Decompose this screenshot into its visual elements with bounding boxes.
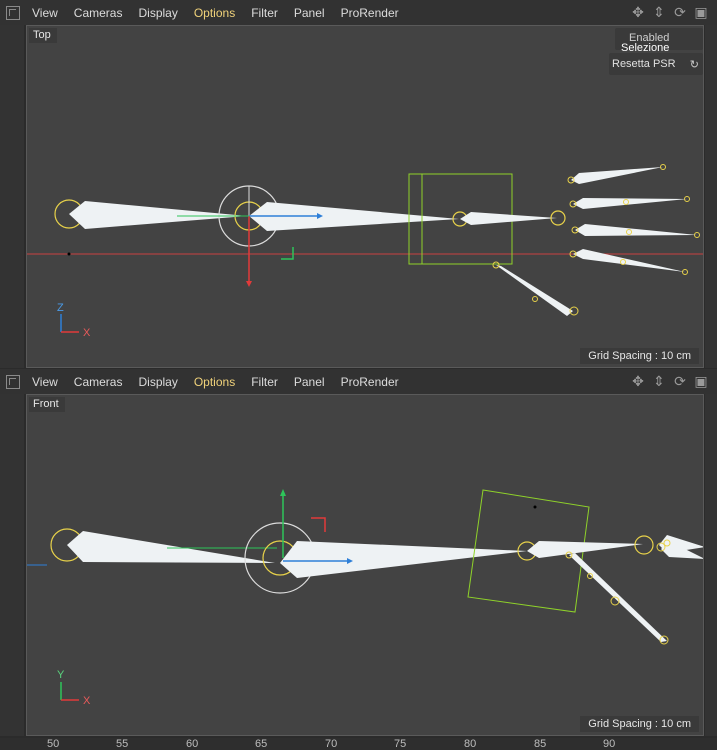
timeline-ruler[interactable]: 50 55 60 65 70 75 80 85 90 bbox=[0, 738, 717, 750]
menu-panel[interactable]: Panel bbox=[294, 6, 325, 20]
ruler-tick-label: 90 bbox=[603, 738, 616, 750]
axis-label-x: X bbox=[83, 695, 91, 707]
ruler-tick-label: 65 bbox=[255, 738, 268, 750]
ruler-tick-label: 50 bbox=[47, 738, 60, 750]
ruler-tick-label: 85 bbox=[534, 738, 547, 750]
menu-cameras[interactable]: Cameras bbox=[74, 6, 123, 20]
axis-label-y: Y bbox=[57, 669, 65, 681]
bone-hand[interactable] bbox=[460, 212, 557, 225]
ruler-tick-label: 70 bbox=[325, 738, 338, 750]
reset-psr-button[interactable]: Resetta PSR ↻ bbox=[609, 53, 703, 75]
axis-label-x: X bbox=[83, 327, 91, 339]
menu-options[interactable]: Options bbox=[194, 6, 235, 20]
viewport-nav-controls: ✥ ⇕ ⟳ ▣ bbox=[630, 373, 709, 389]
bone-1[interactable] bbox=[67, 531, 275, 563]
menu-display[interactable]: Display bbox=[138, 375, 177, 389]
dolly-view-icon[interactable]: ⇕ bbox=[651, 4, 667, 20]
front-view-menubar: View Cameras Display Options Filter Pane… bbox=[0, 369, 717, 394]
move-view-icon[interactable]: ✥ bbox=[630, 373, 646, 389]
bone-2[interactable] bbox=[280, 541, 527, 578]
fingers[interactable] bbox=[492, 164, 700, 317]
menu-view[interactable]: View bbox=[32, 375, 58, 389]
enabled-overlay[interactable]: Enabled Selezione bbox=[615, 28, 703, 54]
top-viewport-canvas[interactable] bbox=[27, 26, 704, 368]
viewport-layout-icon[interactable] bbox=[6, 5, 20, 20]
front-viewport[interactable]: Front Y X Grid Spacing : 10 cm bbox=[26, 394, 704, 736]
viewport-label-front[interactable]: Front bbox=[29, 397, 65, 412]
menu-view[interactable]: View bbox=[32, 6, 58, 20]
viewport-label-top[interactable]: Top bbox=[29, 28, 57, 43]
left-tool-strip bbox=[0, 394, 24, 736]
gizmo-x-arrowhead bbox=[246, 281, 252, 287]
grid-spacing-front: Grid Spacing : 10 cm bbox=[580, 716, 699, 732]
reset-psr-label: Resetta PSR bbox=[612, 58, 676, 70]
rotate-view-icon[interactable]: ⟳ bbox=[672, 373, 688, 389]
viewport-layout-icon[interactable] bbox=[6, 374, 20, 389]
move-view-icon[interactable]: ✥ bbox=[630, 4, 646, 20]
right-tool-strip bbox=[705, 394, 717, 736]
reset-icon: ↻ bbox=[689, 59, 699, 71]
null-marker bbox=[533, 505, 537, 509]
menu-cameras[interactable]: Cameras bbox=[74, 375, 123, 389]
right-tool-strip bbox=[705, 25, 717, 368]
null-marker bbox=[67, 252, 71, 256]
menu-display[interactable]: Display bbox=[138, 6, 177, 20]
menu-prorender[interactable]: ProRender bbox=[341, 6, 399, 20]
grid-spacing-top: Grid Spacing : 10 cm bbox=[580, 348, 699, 364]
menu-filter[interactable]: Filter bbox=[251, 375, 278, 389]
top-viewport[interactable]: Top Z X Enabled Selezione Resetta PSR ↻ … bbox=[26, 25, 704, 368]
menu-filter[interactable]: Filter bbox=[251, 6, 278, 20]
gizmo-plane-handle[interactable] bbox=[311, 517, 326, 532]
dolly-view-icon[interactable]: ⇕ bbox=[651, 373, 667, 389]
axis-label-z: Z bbox=[57, 302, 64, 314]
gizmo-y-arrowhead bbox=[280, 489, 286, 496]
top-view-menubar: View Cameras Display Options Filter Pane… bbox=[0, 0, 717, 25]
ruler-tick-label: 55 bbox=[116, 738, 129, 750]
rotate-view-icon[interactable]: ⟳ bbox=[672, 4, 688, 20]
menu-prorender[interactable]: ProRender bbox=[341, 375, 399, 389]
toggle-view-icon[interactable]: ▣ bbox=[693, 373, 709, 389]
bone-hand[interactable] bbox=[527, 541, 643, 558]
gizmo-plane-handle[interactable] bbox=[281, 247, 294, 260]
menu-options[interactable]: Options bbox=[194, 375, 235, 389]
ruler-tick-label: 75 bbox=[394, 738, 407, 750]
ruler-tick-label: 80 bbox=[464, 738, 477, 750]
left-tool-strip bbox=[0, 25, 24, 368]
menu-panel[interactable]: Panel bbox=[294, 375, 325, 389]
joint-hand[interactable] bbox=[634, 535, 654, 555]
front-viewport-canvas[interactable] bbox=[27, 395, 704, 736]
viewport-nav-controls: ✥ ⇕ ⟳ ▣ bbox=[630, 4, 709, 20]
toggle-view-icon[interactable]: ▣ bbox=[693, 4, 709, 20]
ruler-tick-label: 60 bbox=[186, 738, 199, 750]
